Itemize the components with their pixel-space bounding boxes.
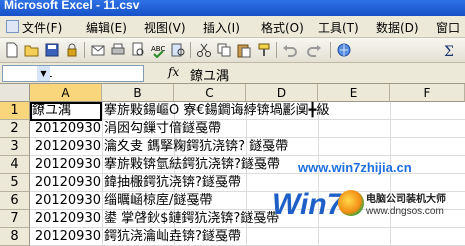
- cell-a7[interactable]: 20120930: [30, 211, 101, 227]
- print-icon[interactable]: [110, 42, 126, 58]
- row-header[interactable]: 8: [0, 228, 30, 246]
- cell-a3[interactable]: 20120930: [30, 139, 101, 155]
- logo-url: www.dngsos.com: [366, 206, 444, 217]
- cell-a2[interactable]: 20120930: [30, 121, 101, 137]
- spelling-icon[interactable]: ABC: [150, 42, 166, 58]
- mail-icon[interactable]: [90, 42, 106, 58]
- cell-b8[interactable]: 鍔犺浇瀹屾垚锛?鐩戞帶: [104, 229, 241, 245]
- select-all-corner[interactable]: [0, 84, 30, 102]
- cell-b7[interactable]: 鍙 掌啔鈥$鏈鍔犺浇锛?鐩戞帶: [104, 211, 279, 227]
- cell-b5[interactable]: 鍏抽棴鍔犺浇锛?鐩戞帶: [104, 175, 241, 191]
- menu-view[interactable]: 视图(V): [144, 19, 186, 36]
- cell-b3[interactable]: 瀹夊叏 鎷掔粷鍔犺浇锛? 鐩戞帶: [104, 139, 288, 155]
- toolbar-separator: [190, 42, 191, 58]
- title-bar: Microsoft Excel - 11.csv: [0, 0, 465, 16]
- menu-window[interactable]: 窗口: [436, 19, 460, 36]
- row-header[interactable]: 2: [0, 120, 30, 138]
- save-icon[interactable]: [44, 42, 60, 58]
- row-header[interactable]: 5: [0, 174, 30, 192]
- column-header-f[interactable]: F: [390, 84, 465, 102]
- logo-brand: Win7: [272, 188, 344, 221]
- chevron-down-icon[interactable]: ▼: [37, 66, 50, 81]
- open-icon[interactable]: [24, 42, 40, 58]
- menu-tools[interactable]: 工具(T): [318, 19, 359, 36]
- hyperlink-icon[interactable]: [336, 42, 352, 58]
- svg-text:Σ: Σ: [444, 44, 454, 58]
- cell-a4[interactable]: 20120930: [30, 157, 101, 173]
- row-header[interactable]: 7: [0, 210, 30, 228]
- format-painter-icon[interactable]: [256, 42, 272, 58]
- site-logo: Win7 电脑公司装机大师 www.dngsos.com: [266, 188, 465, 246]
- globe-icon: [338, 190, 364, 216]
- excel-icon: [6, 20, 19, 33]
- standard-toolbar: ABC Σ: [0, 38, 465, 63]
- menu-file[interactable]: 文件(F): [6, 19, 62, 36]
- cell-b4[interactable]: 搴旂敤锛氫紶鍔犺浇锛?鐩戞帶: [104, 157, 280, 173]
- active-cell-selection: [30, 102, 102, 121]
- research-icon[interactable]: [170, 42, 186, 58]
- undo-icon[interactable]: [282, 42, 298, 58]
- column-header-e[interactable]: E: [318, 84, 390, 102]
- menu-edit[interactable]: 编辑(E): [86, 19, 127, 36]
- menu-data[interactable]: 数据(D): [376, 19, 419, 36]
- fx-icon[interactable]: fx: [168, 65, 179, 79]
- row-header[interactable]: 3: [0, 138, 30, 156]
- column-header-c[interactable]: C: [174, 84, 246, 102]
- cell-b1[interactable]: 搴旂敤鍚嶇О 寮€鍚鐧诲綍锛堝彲阒╋級: [104, 103, 329, 119]
- cell-a8[interactable]: 20120930: [30, 229, 101, 245]
- copy-icon[interactable]: [216, 42, 232, 58]
- cell-a6[interactable]: 20120930: [30, 193, 101, 209]
- formula-input[interactable]: 鐐ユ湡: [190, 65, 229, 84]
- row-header[interactable]: 4: [0, 156, 30, 174]
- cell-a5[interactable]: 20120930: [30, 175, 101, 191]
- name-box[interactable]: A1 ▼: [2, 65, 144, 82]
- autosum-icon[interactable]: Σ: [442, 42, 458, 58]
- cell-b6[interactable]: 缁曞崡椋庢/鐩戞帶: [104, 193, 212, 209]
- cell-b2[interactable]: 涓囦勾鏁寸偣鐩戞帶: [104, 121, 221, 137]
- menu-bar: 文件(F) 编辑(E) 视图(V) 插入(I) 格式(O) 工具(T) 数据(D…: [0, 16, 465, 38]
- row-header[interactable]: 1: [0, 102, 30, 120]
- table-row[interactable]: 20120930 涓囦勾鏁寸偣鐩戞帶: [30, 120, 465, 138]
- paste-icon[interactable]: [236, 42, 252, 58]
- logo-caption: 电脑公司装机大师: [366, 194, 446, 205]
- column-header-b[interactable]: B: [102, 84, 174, 102]
- formula-bar: A1 ▼ fx 鐐ユ湡: [0, 63, 465, 84]
- window-title: Microsoft Excel - 11.csv: [4, 0, 140, 12]
- cut-icon[interactable]: [196, 42, 212, 58]
- permission-icon[interactable]: [64, 42, 80, 58]
- toolbar-separator: [330, 42, 331, 58]
- watermark-url: www.win7zhijia.cn: [298, 160, 412, 175]
- new-icon[interactable]: [4, 42, 20, 58]
- toolbar-separator: [276, 42, 277, 58]
- menu-format[interactable]: 格式(O): [261, 19, 304, 36]
- print-preview-icon[interactable]: [130, 42, 146, 58]
- redo-icon[interactable]: [306, 42, 322, 58]
- column-header-a[interactable]: A: [30, 84, 102, 102]
- table-row[interactable]: 20120930 瀹夊叏 鎷掔粷鍔犺浇锛? 鐩戞帶: [30, 138, 465, 156]
- menu-insert[interactable]: 插入(I): [203, 19, 240, 36]
- column-header-d[interactable]: D: [246, 84, 318, 102]
- toolbar-separator: [84, 42, 85, 58]
- row-header[interactable]: 6: [0, 192, 30, 210]
